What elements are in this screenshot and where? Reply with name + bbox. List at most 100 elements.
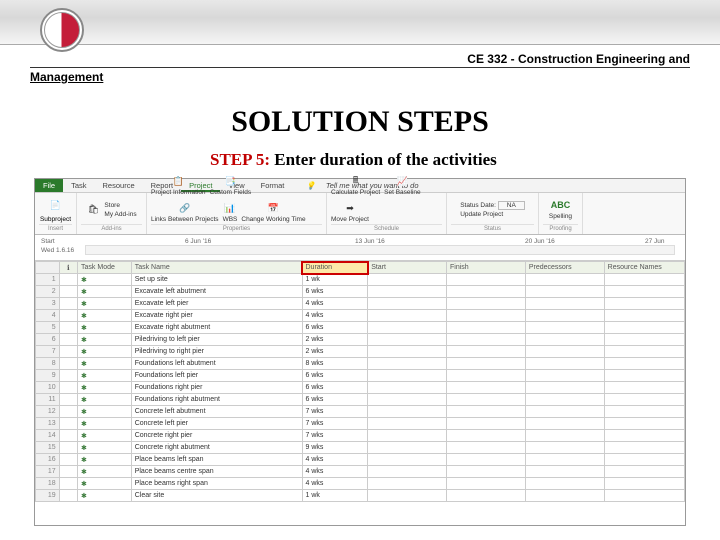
row-start[interactable] <box>368 358 447 370</box>
row-name[interactable]: Excavate right pier <box>131 310 302 322</box>
table-row[interactable]: 7✱Piledriving to right pier2 wks <box>36 346 685 358</box>
col-res[interactable]: Resource Names <box>604 262 684 274</box>
row-start[interactable] <box>368 490 447 502</box>
row-name[interactable]: Concrete left abutment <box>131 406 302 418</box>
row-start[interactable] <box>368 298 447 310</box>
row-start[interactable] <box>368 274 447 286</box>
row-start[interactable] <box>368 430 447 442</box>
row-start[interactable] <box>368 334 447 346</box>
row-duration[interactable]: 4 wks <box>302 478 368 490</box>
row-res[interactable] <box>604 286 684 298</box>
row-duration[interactable]: 4 wks <box>302 454 368 466</box>
custom-fields-icon[interactable]: 📑 <box>223 174 237 188</box>
table-row[interactable]: 13✱Concrete left pier7 wks <box>36 418 685 430</box>
row-start[interactable] <box>368 346 447 358</box>
row-pred[interactable] <box>525 382 604 394</box>
row-res[interactable] <box>604 274 684 286</box>
table-row[interactable]: 2✱Excavate left abutment6 wks <box>36 286 685 298</box>
table-row[interactable]: 15✱Concrete right abutment9 wks <box>36 442 685 454</box>
row-start[interactable] <box>368 394 447 406</box>
table-row[interactable]: 11✱Foundations right abutment6 wks <box>36 394 685 406</box>
row-start[interactable] <box>368 286 447 298</box>
row-duration[interactable]: 4 wks <box>302 310 368 322</box>
row-finish[interactable] <box>447 322 526 334</box>
table-row[interactable]: 12✱Concrete left abutment7 wks <box>36 406 685 418</box>
table-row[interactable]: 19✱Clear site1 wk <box>36 490 685 502</box>
subproject-icon[interactable]: 📄 <box>49 198 63 212</box>
row-res[interactable] <box>604 466 684 478</box>
row-name[interactable]: Excavate left pier <box>131 298 302 310</box>
change-wt-icon[interactable]: 📅 <box>266 201 280 215</box>
row-pred[interactable] <box>525 298 604 310</box>
row-name[interactable]: Place beams right span <box>131 478 302 490</box>
table-row[interactable]: 14✱Concrete right pier7 wks <box>36 430 685 442</box>
row-finish[interactable] <box>447 370 526 382</box>
row-res[interactable] <box>604 310 684 322</box>
table-row[interactable]: 5✱Excavate right abutment6 wks <box>36 322 685 334</box>
row-name[interactable]: Piledriving to right pier <box>131 346 302 358</box>
row-duration[interactable]: 9 wks <box>302 442 368 454</box>
row-res[interactable] <box>604 430 684 442</box>
table-row[interactable]: 9✱Foundations left pier6 wks <box>36 370 685 382</box>
project-info-icon[interactable]: 📋 <box>171 174 185 188</box>
row-name[interactable]: Concrete right pier <box>131 430 302 442</box>
row-duration[interactable]: 7 wks <box>302 430 368 442</box>
row-res[interactable] <box>604 358 684 370</box>
row-pred[interactable] <box>525 418 604 430</box>
row-pred[interactable] <box>525 406 604 418</box>
row-duration[interactable]: 2 wks <box>302 334 368 346</box>
row-pred[interactable] <box>525 322 604 334</box>
row-name[interactable]: Piledriving to left pier <box>131 334 302 346</box>
col-num[interactable] <box>36 262 60 274</box>
row-res[interactable] <box>604 442 684 454</box>
row-start[interactable] <box>368 370 447 382</box>
row-res[interactable] <box>604 406 684 418</box>
row-finish[interactable] <box>447 490 526 502</box>
row-start[interactable] <box>368 406 447 418</box>
col-mode[interactable]: Task Mode <box>78 262 132 274</box>
row-name[interactable]: Concrete left pier <box>131 418 302 430</box>
row-finish[interactable] <box>447 334 526 346</box>
row-name[interactable]: Clear site <box>131 490 302 502</box>
row-duration[interactable]: 6 wks <box>302 322 368 334</box>
spelling-icon[interactable]: ABC <box>553 198 567 212</box>
row-name[interactable]: Set up site <box>131 274 302 286</box>
row-finish[interactable] <box>447 394 526 406</box>
row-start[interactable] <box>368 322 447 334</box>
row-res[interactable] <box>604 322 684 334</box>
row-finish[interactable] <box>447 478 526 490</box>
row-pred[interactable] <box>525 274 604 286</box>
baseline-icon[interactable]: 📈 <box>395 174 409 188</box>
row-finish[interactable] <box>447 466 526 478</box>
col-duration[interactable]: Duration <box>302 262 368 274</box>
table-row[interactable]: 17✱Place beams centre span4 wks <box>36 466 685 478</box>
row-pred[interactable] <box>525 310 604 322</box>
row-name[interactable]: Place beams centre span <box>131 466 302 478</box>
row-finish[interactable] <box>447 382 526 394</box>
row-start[interactable] <box>368 466 447 478</box>
row-res[interactable] <box>604 394 684 406</box>
row-start[interactable] <box>368 382 447 394</box>
row-finish[interactable] <box>447 310 526 322</box>
row-start[interactable] <box>368 442 447 454</box>
col-name[interactable]: Task Name <box>131 262 302 274</box>
col-finish[interactable]: Finish <box>447 262 526 274</box>
row-pred[interactable] <box>525 478 604 490</box>
row-pred[interactable] <box>525 346 604 358</box>
col-info[interactable]: ℹ <box>59 262 77 274</box>
row-name[interactable]: Place beams left span <box>131 454 302 466</box>
row-name[interactable]: Foundations right pier <box>131 382 302 394</box>
table-row[interactable]: 4✱Excavate right pier4 wks <box>36 310 685 322</box>
row-duration[interactable]: 6 wks <box>302 382 368 394</box>
row-finish[interactable] <box>447 286 526 298</box>
row-name[interactable]: Excavate right abutment <box>131 322 302 334</box>
tab-resource[interactable]: Resource <box>95 179 143 192</box>
row-pred[interactable] <box>525 334 604 346</box>
row-duration[interactable]: 6 wks <box>302 394 368 406</box>
row-name[interactable]: Excavate left abutment <box>131 286 302 298</box>
row-pred[interactable] <box>525 454 604 466</box>
row-res[interactable] <box>604 346 684 358</box>
row-finish[interactable] <box>447 406 526 418</box>
row-finish[interactable] <box>447 418 526 430</box>
row-pred[interactable] <box>525 394 604 406</box>
